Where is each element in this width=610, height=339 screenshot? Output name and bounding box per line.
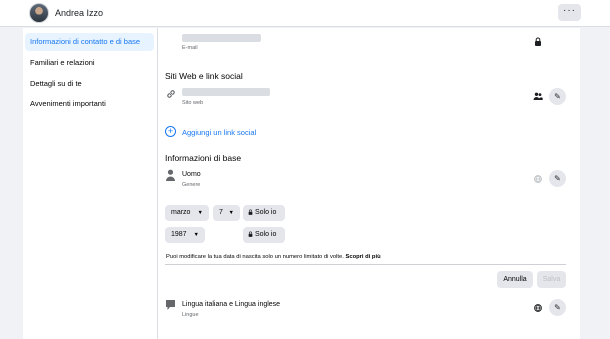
lock-icon xyxy=(248,231,253,237)
main-panel: E-mail Siti Web e link social Sito web ✎… xyxy=(158,28,580,339)
lock-icon xyxy=(248,209,253,215)
languages-value: Lingua italiana e Lingua inglese xyxy=(182,301,281,308)
sidebar-item-details-about-you[interactable]: Dettagli su di te xyxy=(25,75,154,93)
more-options-button[interactable]: ··· xyxy=(558,4,581,21)
birth-year-value: 1987 xyxy=(171,231,187,238)
birthdate-note: Puoi modificare la tua data di nascita s… xyxy=(166,254,381,260)
add-social-link[interactable]: Aggiungi un link social xyxy=(182,128,256,137)
sidebar-item-contact-basic-info[interactable]: Informazioni di contatto e di base xyxy=(25,33,154,51)
languages-caption: Lingue xyxy=(182,312,199,318)
birth-day-value: 7 xyxy=(219,209,223,216)
birthday-privacy-button[interactable]: Solo io xyxy=(243,205,285,221)
birthdate-note-text: Puoi modificare la tua data di nascita s… xyxy=(166,254,344,260)
avatar[interactable] xyxy=(29,3,49,23)
friends-icon[interactable] xyxy=(533,92,543,100)
link-icon xyxy=(167,90,175,98)
top-bar: Andrea Izzo ··· xyxy=(0,0,610,27)
cancel-button[interactable]: Annulla xyxy=(497,271,533,288)
birth-year-select[interactable]: 1987 ▼ xyxy=(165,227,205,243)
edit-gender-button[interactable]: ✎ xyxy=(549,170,566,187)
gender-caption: Genere xyxy=(182,182,201,188)
person-icon xyxy=(166,169,175,181)
globe-icon[interactable] xyxy=(534,175,542,183)
sidebar-item-life-events[interactable]: Avvenimenti importanti xyxy=(25,95,154,113)
lock-icon[interactable] xyxy=(534,37,542,46)
caret-down-icon: ▼ xyxy=(228,210,234,216)
birth-day-select[interactable]: 7 ▼ xyxy=(213,205,240,221)
profile-name[interactable]: Andrea Izzo xyxy=(55,8,103,18)
birth-month-value: marzo xyxy=(171,209,191,216)
divider xyxy=(165,264,566,265)
pencil-icon: ✎ xyxy=(554,174,561,183)
email-value-redacted xyxy=(182,34,261,42)
edit-website-button[interactable]: ✎ xyxy=(549,88,566,105)
birth-year-privacy-button[interactable]: Solo io xyxy=(243,227,285,243)
about-sidebar: Informazioni di contatto e di base Famil… xyxy=(23,28,158,339)
languages-icon xyxy=(166,300,175,310)
globe-icon[interactable] xyxy=(534,304,542,312)
edit-languages-button[interactable]: ✎ xyxy=(549,299,566,316)
caret-down-icon: ▼ xyxy=(197,210,203,216)
basic-info-section-title: Informazioni di base xyxy=(165,153,242,163)
email-caption: E-mail xyxy=(182,45,198,51)
website-value-redacted xyxy=(182,88,270,96)
websites-section-title: Siti Web e link social xyxy=(165,71,243,81)
add-circle-icon[interactable]: + xyxy=(165,126,176,137)
pencil-icon: ✎ xyxy=(554,92,561,101)
privacy-label: Solo io xyxy=(254,231,277,238)
birth-month-select[interactable]: marzo ▼ xyxy=(165,205,209,221)
caret-down-icon: ▼ xyxy=(193,232,199,238)
learn-more-link[interactable]: Scopri di più xyxy=(346,254,381,260)
privacy-label: Solo io xyxy=(254,209,277,216)
sidebar-item-family-relationships[interactable]: Familiari e relazioni xyxy=(25,54,154,72)
save-button[interactable]: Salva xyxy=(537,271,566,288)
website-caption: Sito web xyxy=(182,100,204,106)
gender-value: Uomo xyxy=(182,171,201,178)
pencil-icon: ✎ xyxy=(554,303,561,312)
